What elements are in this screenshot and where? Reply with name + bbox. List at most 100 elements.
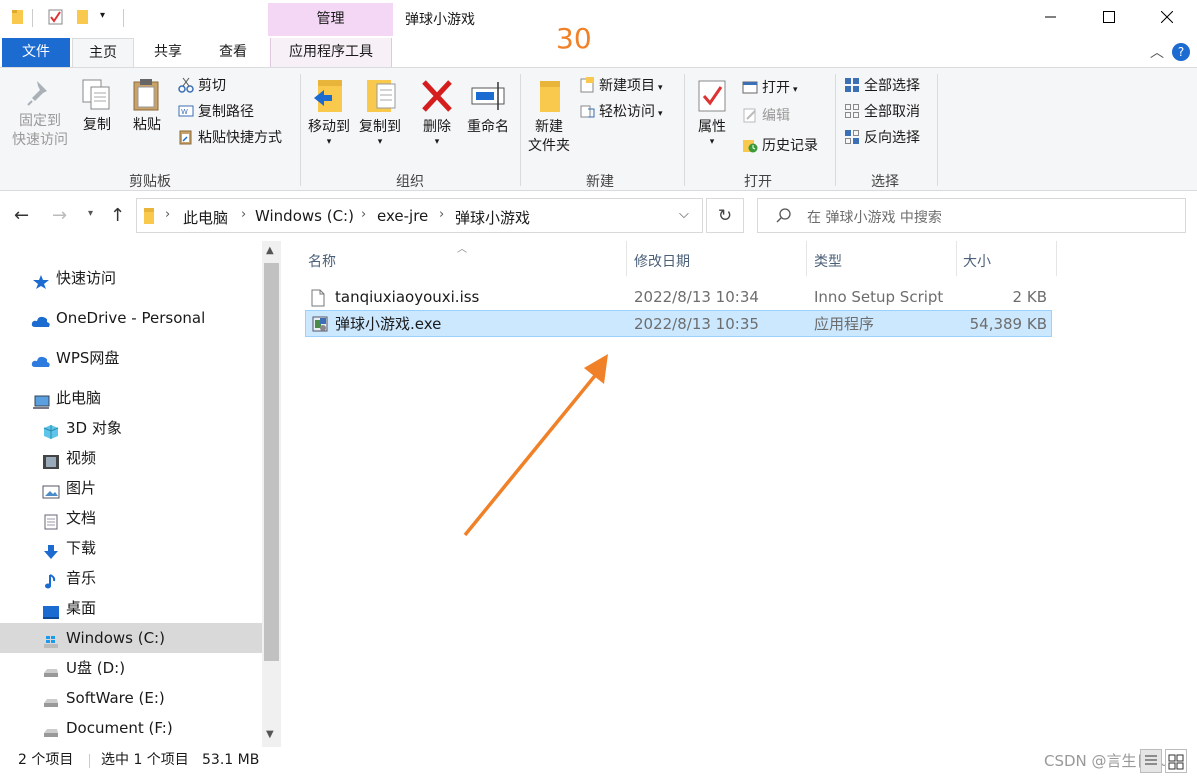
folder-icon[interactable] <box>11 8 25 26</box>
breadcrumb-separator[interactable]: › <box>165 207 170 222</box>
file-row[interactable]: tanqiuxiaoyouxi.iss 2022/8/13 10:34 Inno… <box>305 284 1052 311</box>
breadcrumb-separator[interactable]: › <box>439 207 444 222</box>
nav-downloads[interactable]: 下载 <box>0 533 262 563</box>
forward-arrow-icon[interactable]: → <box>52 205 67 226</box>
file-name: tanqiuxiaoyouxi.iss <box>335 288 480 306</box>
column-divider[interactable] <box>1056 241 1057 276</box>
breadcrumb-windows-c[interactable]: Windows (C:) <box>255 207 354 225</box>
new-item-icon <box>579 77 595 93</box>
copy-path-button[interactable]: W 复制路径 <box>178 101 254 123</box>
delete-button[interactable]: 删除 ▾ <box>416 78 458 147</box>
open-button[interactable]: 打开 ▾ <box>742 77 798 99</box>
tab-home[interactable]: 主页 <box>72 38 134 68</box>
nav-desktop[interactable]: 桌面 <box>0 593 262 623</box>
minimize-icon <box>1045 16 1056 18</box>
history-label: 历史记录 <box>762 138 818 154</box>
column-divider[interactable] <box>626 241 627 276</box>
manage-context-tab[interactable]: 管理 <box>268 3 393 36</box>
new-folder-button[interactable]: 新建 文件夹 <box>524 78 574 156</box>
nav-music[interactable]: 音乐 <box>0 563 262 593</box>
delete-label: 删除 <box>423 119 451 135</box>
up-arrow-icon[interactable]: ↑ <box>110 205 125 226</box>
details-view-button[interactable] <box>1140 749 1162 773</box>
help-icon[interactable]: ? <box>1172 43 1190 61</box>
back-arrow-icon[interactable]: ← <box>14 205 29 226</box>
tab-app-tools[interactable]: 应用程序工具 <box>270 38 392 67</box>
maximize-button[interactable] <box>1080 0 1138 34</box>
address-dropdown-icon[interactable]: ⌵ <box>679 207 689 222</box>
nav-onedrive[interactable]: OneDrive - Personal <box>0 303 262 333</box>
easy-access-button[interactable]: 轻松访问 ▾ <box>579 101 663 123</box>
paste-button[interactable]: 粘贴 <box>126 78 168 135</box>
copy-button[interactable]: 复制 <box>76 78 118 135</box>
column-header-name[interactable]: 名称 <box>308 251 336 271</box>
history-button[interactable]: 历史记录 <box>742 135 818 157</box>
clipboard-group-label: 剪贴板 <box>129 174 171 190</box>
ribbon: 固定到 快速访问 复制 粘贴 剪切 W 复制路径 粘贴快捷方式 剪贴板 移动到 ▾… <box>0 67 1197 191</box>
copy-to-button[interactable]: 复制到 ▾ <box>356 78 404 147</box>
close-button[interactable] <box>1138 0 1196 34</box>
new-item-button[interactable]: 新建项目 ▾ <box>579 75 663 97</box>
nav-usb-d[interactable]: U盘 (D:) <box>0 653 262 683</box>
scroll-down-icon[interactable]: ▼ <box>266 729 274 740</box>
cut-button[interactable]: 剪切 <box>178 75 226 97</box>
select-none-button[interactable]: 全部取消 <box>844 101 920 123</box>
paste-shortcut-button[interactable]: 粘贴快捷方式 <box>178 127 282 149</box>
pin-label-line2: 快速访问 <box>12 132 68 148</box>
properties-icon[interactable] <box>48 8 63 26</box>
column-header-type[interactable]: 类型 <box>814 251 842 271</box>
easy-access-label: 轻松访问 <box>599 104 655 120</box>
column-divider[interactable] <box>806 241 807 276</box>
file-name: 弹球小游戏.exe <box>335 315 442 333</box>
navigation-pane: 快速访问 OneDrive - Personal WPS网盘 此电脑 3D 对象… <box>0 241 283 747</box>
rename-button[interactable]: 重命名 <box>462 78 514 137</box>
breadcrumb-separator[interactable]: › <box>241 207 246 222</box>
collapse-ribbon-icon[interactable]: ︿ <box>1150 42 1164 62</box>
group-divider <box>937 74 938 186</box>
search-box[interactable]: 在 弹球小游戏 中搜索 <box>757 198 1186 233</box>
nav-documents[interactable]: 文档 <box>0 503 262 533</box>
refresh-button[interactable]: ↻ <box>706 198 744 233</box>
windows-drive-icon <box>42 630 60 648</box>
breadcrumb-this-pc[interactable]: 此电脑 <box>183 207 228 228</box>
scroll-up-icon[interactable]: ▲ <box>266 245 274 256</box>
nav-scrollbar-thumb[interactable] <box>264 263 279 661</box>
new-folder-icon[interactable] <box>76 8 90 26</box>
tab-file[interactable]: 文件 <box>2 38 70 67</box>
nav-document-f[interactable]: Document (F:) <box>0 713 262 743</box>
properties-button[interactable]: 属性 ▾ <box>690 78 734 147</box>
open-dropdown-icon: ▾ <box>793 85 798 95</box>
tab-view[interactable]: 查看 <box>202 38 264 67</box>
open-group-label: 打开 <box>744 174 772 190</box>
recent-locations-icon[interactable]: ▾ <box>88 208 93 219</box>
copy-to-icon <box>363 78 397 114</box>
minimize-button[interactable] <box>1022 0 1080 34</box>
customize-quick-access-icon[interactable]: ▾ <box>100 10 105 21</box>
nav-quick-access[interactable]: 快速访问 <box>0 263 262 293</box>
large-icons-view-button[interactable] <box>1165 749 1187 773</box>
nav-3d-objects[interactable]: 3D 对象 <box>0 413 262 443</box>
nav-label: 音乐 <box>66 569 97 587</box>
nav-wps-drive[interactable]: WPS网盘 <box>0 343 262 373</box>
column-header-size[interactable]: 大小 <box>963 251 991 271</box>
breadcrumb-current-folder[interactable]: 弹球小游戏 <box>455 207 530 228</box>
move-to-button[interactable]: 移动到 ▾ <box>305 78 353 147</box>
pin-to-quick-access-button[interactable]: 固定到 快速访问 <box>8 78 72 150</box>
column-divider[interactable] <box>956 241 957 276</box>
drive-icon <box>42 690 60 707</box>
nav-this-pc[interactable]: 此电脑 <box>0 383 262 413</box>
nav-windows-c-selected[interactable]: Windows (C:) <box>0 623 262 653</box>
nav-software-e[interactable]: SoftWare (E:) <box>0 683 262 713</box>
select-all-button[interactable]: 全部选择 <box>844 75 920 97</box>
breadcrumb-exe-jre[interactable]: exe-jre <box>377 207 428 225</box>
address-bar[interactable]: › 此电脑 › Windows (C:) › exe-jre › 弹球小游戏 ⌵ <box>136 198 703 233</box>
nav-videos[interactable]: 视频 <box>0 443 262 473</box>
nav-pictures[interactable]: 图片 <box>0 473 262 503</box>
column-header-modified[interactable]: 修改日期 <box>634 251 690 271</box>
edit-button[interactable]: 编辑 <box>742 105 790 127</box>
pin-label-line1: 固定到 <box>19 113 61 129</box>
invert-selection-button[interactable]: 反向选择 <box>844 127 920 149</box>
tab-share[interactable]: 共享 <box>138 38 198 67</box>
file-row-selected[interactable]: 弹球小游戏.exe 2022/8/13 10:35 应用程序 54,389 KB <box>305 310 1052 337</box>
breadcrumb-separator[interactable]: › <box>361 207 366 222</box>
